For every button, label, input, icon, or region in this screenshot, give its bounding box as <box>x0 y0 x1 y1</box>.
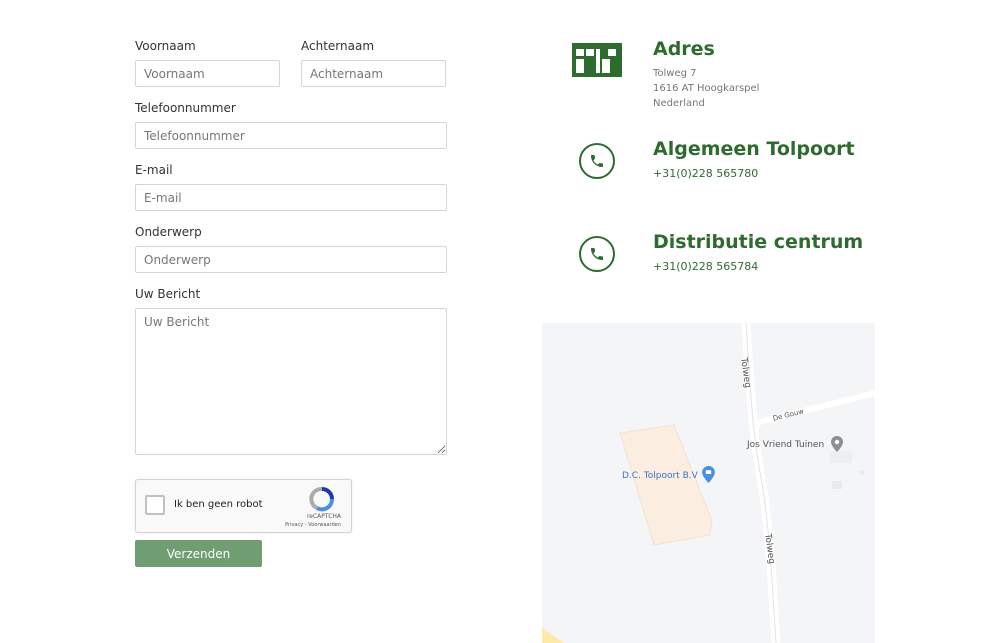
last-name-input[interactable] <box>301 60 446 87</box>
submit-button[interactable]: Verzenden <box>135 540 262 567</box>
distribution-phone[interactable]: +31(0)228 565784 <box>653 260 758 273</box>
recaptcha-checkbox[interactable] <box>145 495 165 515</box>
recaptcha-widget: Ik ben geen robot reCAPTCHA Privacy - Vo… <box>135 479 352 533</box>
map-roads <box>542 323 875 643</box>
location-map[interactable]: Tolweg Tolweg De Gouw Jos Vriend Tuinen … <box>542 323 875 643</box>
subject-label: Onderwerp <box>135 225 202 239</box>
shopping-pin-icon[interactable] <box>702 466 715 483</box>
recaptcha-logo-icon <box>309 487 334 512</box>
recaptcha-brand: reCAPTCHA <box>306 513 341 520</box>
distribution-title: Distributie centrum <box>653 231 864 253</box>
map-poi-dc-label: D.C. Tolpoort B.V <box>622 471 698 481</box>
contact-form: Voornaam Achternaam Telefoonnummer E-mai… <box>135 38 447 468</box>
address-line-2: 1616 AT Hoogkarspel <box>653 83 760 94</box>
first-name-label: Voornaam <box>135 39 196 53</box>
address-line-3: Nederland <box>653 98 705 109</box>
email-input[interactable] <box>135 184 447 211</box>
recaptcha-label: Ik ben geen robot <box>174 499 263 510</box>
phone-input[interactable] <box>135 122 447 149</box>
map-pin-icon[interactable] <box>831 436 843 452</box>
address-title: Adres <box>653 38 715 60</box>
recaptcha-terms-link[interactable]: Privacy - Voorwaarden <box>285 522 341 528</box>
last-name-label: Achternaam <box>301 39 375 53</box>
general-title: Algemeen Tolpoort <box>653 138 855 160</box>
map-poi-jos-label: Jos Vriend Tuinen <box>747 440 825 450</box>
general-phone[interactable]: +31(0)228 565780 <box>653 167 758 180</box>
phone-label: Telefoonnummer <box>135 101 236 115</box>
building-icon <box>572 43 622 77</box>
email-label: E-mail <box>135 163 173 177</box>
phone-icon <box>579 143 615 179</box>
subject-input[interactable] <box>135 246 447 273</box>
first-name-input[interactable] <box>135 60 280 87</box>
address-line-1: Tolweg 7 <box>653 68 697 79</box>
message-textarea[interactable] <box>135 308 447 455</box>
phone-icon <box>579 236 615 272</box>
message-label: Uw Bericht <box>135 287 201 301</box>
